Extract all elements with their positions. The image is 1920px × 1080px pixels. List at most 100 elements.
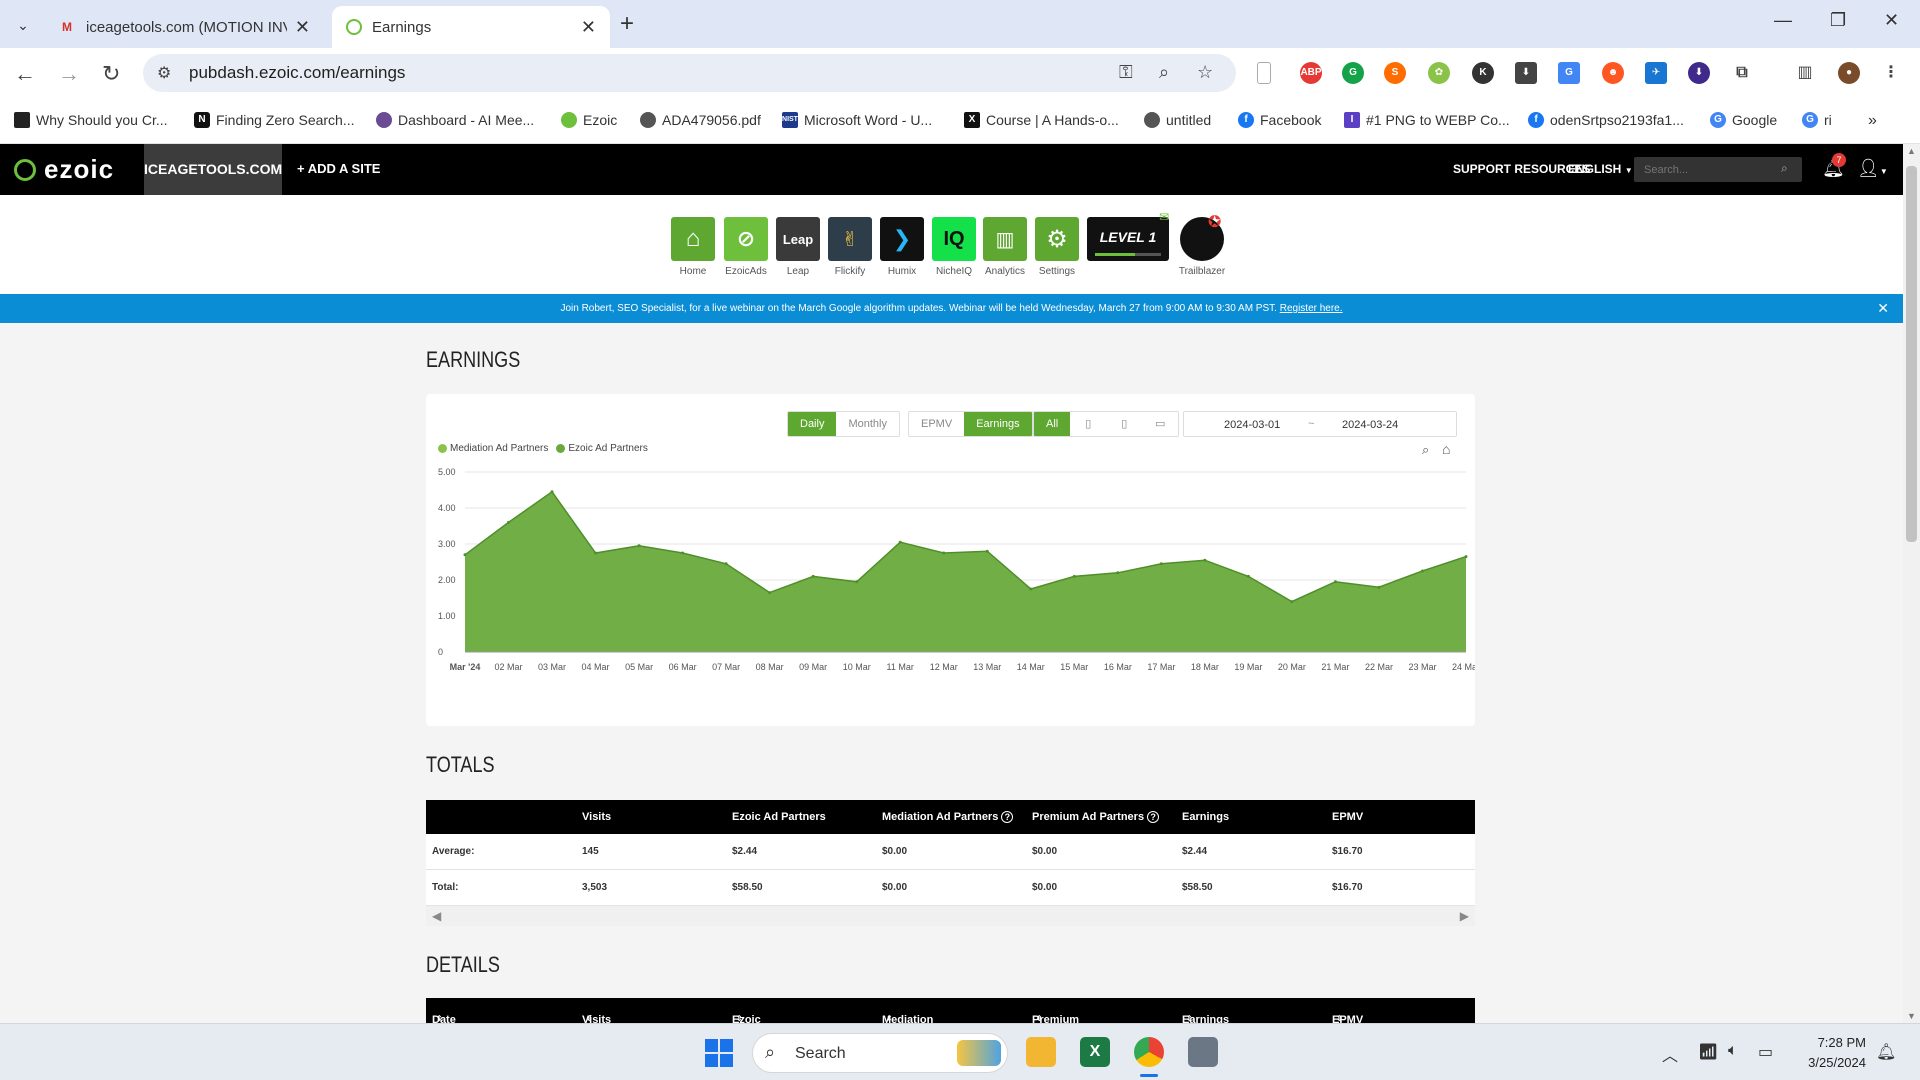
bookmark-item[interactable]: Why Should you Cr... <box>14 112 168 128</box>
file-explorer-icon[interactable] <box>1026 1037 1056 1067</box>
search-icon[interactable]: ⌕ <box>1781 161 1788 176</box>
level-badge[interactable]: LEVEL 1 <box>1087 217 1169 261</box>
data-point <box>1377 585 1381 589</box>
extension-icon[interactable] <box>1257 62 1271 84</box>
daily-button[interactable]: Daily <box>788 412 837 436</box>
menu-kebab-icon[interactable]: ⋮ <box>1880 62 1902 84</box>
app-analytics[interactable]: ▥ Analytics <box>983 217 1027 277</box>
y-tick-label: 4.00 <box>438 503 456 513</box>
app-flickify[interactable]: ✌ Flickify <box>828 217 872 277</box>
tray-chevron-icon[interactable]: ︿ <box>1662 1042 1678 1066</box>
bookmark-item[interactable]: Gri <box>1802 112 1832 128</box>
chrome-icon[interactable] <box>1134 1037 1164 1067</box>
app-home[interactable]: ⌂ Home <box>671 217 715 277</box>
bookmark-item[interactable]: ADA479056.pdf <box>640 112 761 128</box>
extension-icon[interactable]: ✈ <box>1645 62 1667 84</box>
new-tab-button[interactable]: + <box>620 10 634 38</box>
extension-icon[interactable]: ☻ <box>1602 62 1624 84</box>
monthly-button[interactable]: Monthly <box>836 412 899 436</box>
language-select[interactable]: ENGLISH ▼ <box>1568 162 1633 176</box>
extension-icon[interactable]: ⬇ <box>1688 62 1710 84</box>
register-link[interactable]: Register here. <box>1280 303 1343 314</box>
taskbar-search[interactable]: ⌕ Search <box>752 1033 1008 1073</box>
mobile-device-icon[interactable]: ▯ <box>1070 412 1106 436</box>
site-info-icon[interactable]: ⚙ <box>157 63 171 83</box>
extension-icon[interactable]: S <box>1384 62 1406 84</box>
translate-icon[interactable]: G <box>1558 62 1580 84</box>
address-bar[interactable]: ⚙ pubdash.ezoic.com/earnings ⚿ ⌕ ☆ <box>143 54 1236 92</box>
system-clock[interactable]: 7:28 PM 3/25/2024 <box>1790 1033 1866 1073</box>
close-banner-icon[interactable]: ✕ <box>1877 294 1889 323</box>
close-window-icon[interactable]: ✕ <box>1884 10 1899 31</box>
minimize-icon[interactable]: — <box>1774 10 1792 31</box>
reload-icon[interactable]: ↻ <box>102 61 120 87</box>
windows-start-icon[interactable] <box>705 1039 733 1067</box>
calculator-icon[interactable] <box>1188 1037 1218 1067</box>
more-bookmarks-icon[interactable]: » <box>1868 112 1877 130</box>
desktop-device-icon[interactable]: ▭ <box>1142 412 1178 436</box>
bookmark-item[interactable]: N Finding Zero Search... <box>194 112 355 128</box>
scroll-up-icon[interactable]: ▲ <box>1907 146 1916 156</box>
key-icon[interactable]: ⚿ <box>1119 62 1133 83</box>
app-settings[interactable]: ⚙ Settings <box>1035 217 1079 277</box>
epmv-button[interactable]: EPMV <box>909 412 964 436</box>
side-panel-icon[interactable]: ▥ <box>1794 62 1816 84</box>
bookmark-item[interactable]: Dashboard - AI Mee... <box>376 112 534 128</box>
profile-avatar[interactable]: ● <box>1838 62 1860 84</box>
battery-icon[interactable]: ▭ <box>1758 1042 1773 1062</box>
excel-icon[interactable]: X <box>1080 1037 1110 1067</box>
bookmark-item[interactable]: f odenSrtpso2193fa1... <box>1528 112 1684 128</box>
tab-search-button[interactable]: ⌄ <box>10 12 36 38</box>
close-tab-icon[interactable]: ✕ <box>581 17 596 38</box>
add-site-link[interactable]: + ADD A SITE <box>297 161 380 176</box>
extensions-puzzle-icon[interactable]: ⧉ <box>1731 62 1753 84</box>
app-ezoicads[interactable]: ⊘ EzoicAds <box>724 217 768 277</box>
earnings-button[interactable]: Earnings <box>964 412 1032 436</box>
cell: $0.00 <box>1032 846 1058 857</box>
tablet-device-icon[interactable]: ▯ <box>1106 412 1142 436</box>
extension-icon[interactable]: K <box>1472 62 1494 84</box>
page-scrollbar[interactable]: ▲ ▼ <box>1903 144 1920 1023</box>
restore-icon[interactable]: ❐ <box>1830 10 1846 31</box>
ezoic-search-input[interactable] <box>1634 157 1802 182</box>
bookmark-item[interactable]: Ezoic <box>561 112 617 128</box>
help-icon[interactable]: ? <box>1001 811 1014 823</box>
extension-icon[interactable]: ✿ <box>1428 62 1450 84</box>
notification-bell-icon[interactable]: 🔔︎ <box>1876 1042 1896 1062</box>
scroll-left-icon[interactable]: ◀ <box>432 909 441 923</box>
bookmark-star-icon[interactable]: ☆ <box>1197 62 1213 83</box>
x-tick-label: Mar '24 <box>450 662 481 672</box>
device-all-button[interactable]: All <box>1034 412 1071 436</box>
forward-icon[interactable]: → <box>58 61 80 87</box>
user-icon[interactable]: 👤︎▼ <box>1857 158 1888 179</box>
close-tab-icon[interactable]: ✕ <box>295 17 310 38</box>
adblock-icon[interactable]: ABP <box>1300 62 1322 84</box>
bookmark-item[interactable]: X Course | A Hands-o... <box>964 112 1119 128</box>
app-humix[interactable]: ❯ Humix <box>880 217 924 277</box>
bookmark-item[interactable]: untitled <box>1144 112 1211 128</box>
tab-gmail[interactable]: M iceagetools.com (MOTION INVE ✕ <box>44 6 324 48</box>
zoom-icon[interactable]: ⌕ <box>1159 62 1169 83</box>
bookmark-item[interactable]: f Facebook <box>1238 112 1321 128</box>
mail-icon[interactable]: ✉ <box>1159 210 1169 224</box>
x-tick-label: 08 Mar <box>756 662 784 672</box>
grammarly-icon[interactable]: G <box>1342 62 1364 84</box>
app-leap[interactable]: Leap Leap <box>776 217 820 277</box>
download-icon[interactable]: ⬇ <box>1515 62 1537 84</box>
bookmark-item[interactable]: I #1 PNG to WEBP Co... <box>1344 112 1510 128</box>
scroll-right-icon[interactable]: ▶ <box>1460 909 1469 923</box>
site-selector[interactable]: ICEAGETOOLS.COM <box>144 144 282 195</box>
wifi-icon[interactable]: 📶︎ <box>1698 1042 1718 1062</box>
volume-icon[interactable]: 🔈︎ <box>1728 1042 1738 1060</box>
horizontal-scrollbar[interactable]: ◀ ▶ <box>426 906 1475 926</box>
app-nicheiq[interactable]: IQ NicheIQ <box>932 217 976 277</box>
scrollbar-thumb[interactable] <box>1906 166 1917 542</box>
bookmark-item[interactable]: NIST Microsoft Word - U... <box>782 112 932 128</box>
help-icon[interactable]: ? <box>1147 811 1160 823</box>
ezoic-logo[interactable]: ezoic <box>14 154 114 185</box>
bookmark-item[interactable]: G Google <box>1710 112 1777 128</box>
scroll-down-icon[interactable]: ▼ <box>1907 1011 1916 1021</box>
date-range-picker[interactable]: 2024-03-01 ~ 2024-03-24 <box>1183 411 1457 437</box>
back-icon[interactable]: ← <box>14 61 36 87</box>
tab-earnings[interactable]: Earnings ✕ <box>332 6 610 48</box>
